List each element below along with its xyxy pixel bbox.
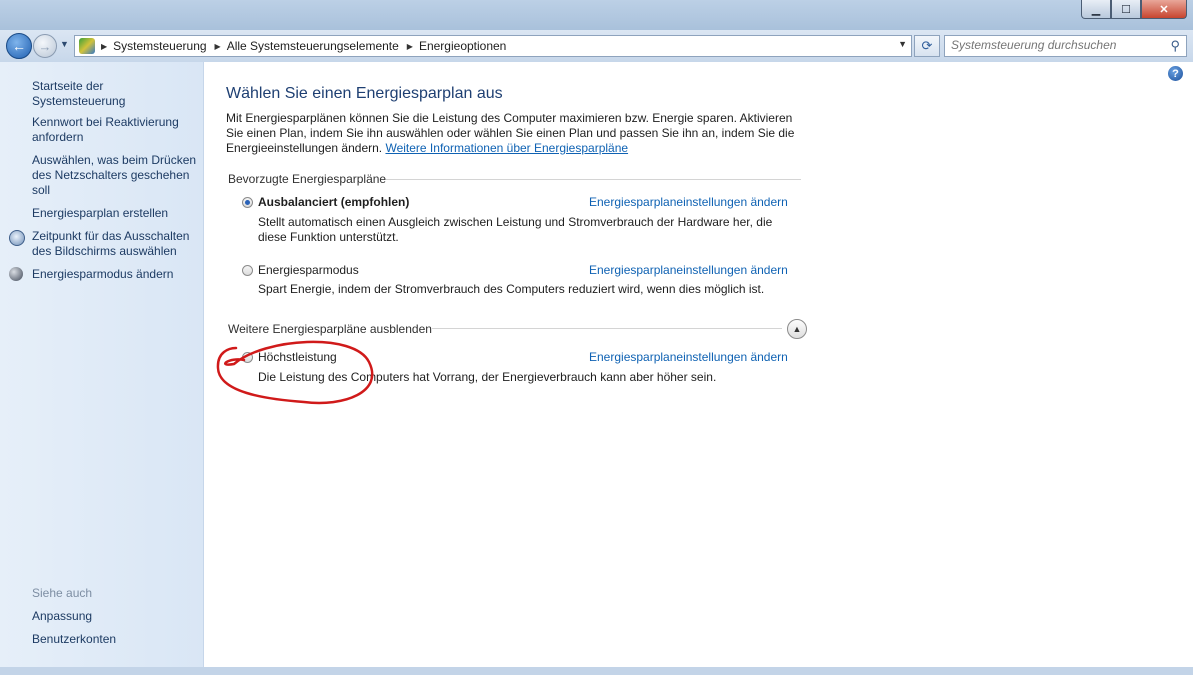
sidebar-item-kennwort[interactable]: Kennwort bei Reaktivierung anfordern (32, 115, 200, 145)
red-annotation-circle (216, 340, 374, 405)
control-panel-icon (79, 38, 95, 54)
maximize-icon: ☐ (1121, 3, 1131, 16)
window-title-bar: ▁ ☐ ✕ (0, 0, 1193, 30)
sidebar-item-benutzerkonten[interactable]: Benutzerkonten (32, 632, 200, 647)
refresh-button[interactable]: ⟳ (914, 35, 940, 57)
annotation-stroke (216, 340, 374, 405)
see-also-heading: Siehe auch (32, 586, 93, 600)
back-button[interactable]: ← (6, 33, 32, 59)
breadcrumb-systemsteuerung[interactable]: Systemsteuerung (113, 39, 206, 53)
search-box[interactable]: ⚲ (944, 35, 1187, 57)
breadcrumb-separator-icon[interactable]: ▶ (101, 42, 107, 51)
sidebar-item-energiesparmodus[interactable]: Energiesparmodus ändern (32, 267, 200, 282)
window-bottom-border (0, 667, 1193, 675)
breadcrumb-alle-elemente[interactable]: Alle Systemsteuerungselemente (227, 39, 399, 53)
clock-monitor-icon (9, 230, 25, 246)
sidebar-item-startseite[interactable]: Startseite der Systemsteuerung (32, 79, 200, 109)
breadcrumb-energieoptionen[interactable]: Energieoptionen (419, 39, 506, 53)
search-input[interactable] (945, 36, 1167, 54)
window-controls: ▁ ☐ ✕ (1081, 0, 1187, 19)
close-button[interactable]: ✕ (1141, 0, 1187, 19)
maximize-button[interactable]: ☐ (1111, 0, 1141, 19)
breadcrumb-separator-icon[interactable]: ▶ (215, 42, 221, 51)
close-icon: ✕ (1159, 3, 1169, 16)
main-content: ? Wählen Sie einen Energiesparplan aus M… (204, 62, 1193, 667)
moon-icon (9, 267, 23, 281)
sidebar: Startseite der Systemsteuerung Kennwort … (0, 62, 204, 667)
navigation-bar: ← → ▼ ▶ Systemsteuerung ▶ Alle Systemste… (0, 30, 1193, 62)
minimize-button[interactable]: ▁ (1081, 0, 1111, 19)
sidebar-item-anpassung[interactable]: Anpassung (32, 609, 200, 624)
chevron-down-icon: ▼ (60, 39, 69, 49)
recent-pages-button[interactable]: ▼ (60, 39, 69, 49)
refresh-icon: ⟳ (921, 38, 933, 53)
address-bar[interactable]: ▶ Systemsteuerung ▶ Alle Systemsteuerung… (74, 35, 912, 57)
sidebar-item-bildschirm[interactable]: Zeitpunkt für das Ausschalten des Bildsc… (32, 229, 200, 259)
forward-arrow-icon: → (38, 38, 52, 54)
breadcrumb-separator-icon[interactable]: ▶ (407, 42, 413, 51)
back-arrow-icon: ← (12, 38, 26, 54)
forward-button[interactable]: → (33, 34, 57, 58)
address-dropdown-icon[interactable]: ▼ (898, 39, 907, 49)
sidebar-item-netzschalter[interactable]: Auswählen, was beim Drücken des Netzscha… (32, 153, 200, 198)
sidebar-item-plan-erstellen[interactable]: Energiesparplan erstellen (32, 206, 200, 221)
minimize-icon: ▁ (1091, 3, 1101, 16)
search-icon[interactable]: ⚲ (1170, 38, 1180, 54)
